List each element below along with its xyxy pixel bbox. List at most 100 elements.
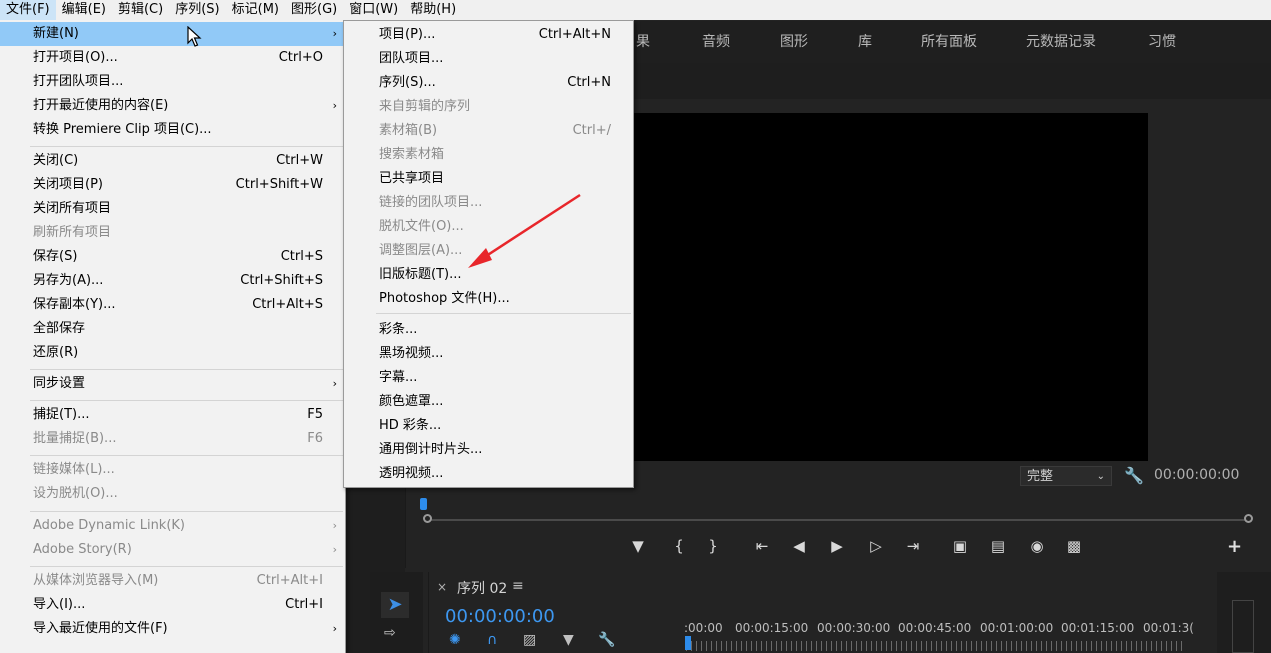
workspace-tabs: 果 音频 图形 库 所有面板 元数据记录 习惯 (600, 21, 1271, 63)
file-menu-item[interactable]: 导入(I)... Ctrl+I (0, 593, 345, 617)
file-menu-item[interactable]: 导入最近使用的文件(F) › (0, 617, 345, 641)
wrench-icon[interactable]: 🔧 (598, 632, 615, 648)
file-menu-item[interactable]: 另存为(A)... Ctrl+Shift+S (0, 269, 345, 293)
file-menu-item[interactable]: 还原(R) (0, 341, 345, 365)
chevron-right-icon: › (332, 99, 337, 112)
chevron-right-icon: › (332, 27, 337, 40)
file-menu-item[interactable]: 关闭(C) Ctrl+W (0, 149, 345, 173)
file-menu-item[interactable]: 打开项目(O)... Ctrl+O (0, 46, 345, 70)
workspace-tab-metadata-logging[interactable]: 元数据记录 (1026, 21, 1096, 63)
close-icon[interactable]: × (437, 580, 447, 594)
selection-tool-icon[interactable]: ➤ (381, 592, 409, 618)
timeline-ruler[interactable] (686, 641, 1186, 651)
monitor-scrub-bar[interactable] (427, 519, 1249, 521)
file-menu-item[interactable]: 捕捉(T)... F5 (0, 403, 345, 427)
file-menu-item-shortcut: Ctrl+O (278, 50, 323, 65)
file-menu-item-label: 关闭项目(P) (33, 177, 103, 192)
file-menu-item[interactable]: 打开最近使用的内容(E) › (0, 94, 345, 118)
workspace-tab-custom[interactable]: 习惯 (1148, 21, 1176, 63)
mark-in-icon[interactable]: { (668, 536, 690, 556)
file-menu-item: 从媒体浏览器导入(M) Ctrl+Alt+I (0, 569, 345, 593)
go-to-in-icon[interactable]: ⇤ (751, 536, 773, 556)
play-icon[interactable]: ▶ (826, 536, 848, 556)
workspace-tab-audio[interactable]: 音频 (702, 21, 730, 63)
new-submenu-item[interactable]: 项目(P)... Ctrl+Alt+N (344, 23, 633, 47)
new-submenu-item[interactable]: 团队项目... (344, 47, 633, 71)
menu-sequence[interactable]: 序列(S) (169, 0, 225, 20)
new-submenu-item[interactable]: 序列(S)... Ctrl+N (344, 71, 633, 95)
new-submenu-item[interactable]: 字幕... (344, 366, 633, 390)
workspace-tab-graphics[interactable]: 图形 (780, 21, 808, 63)
timeline-playhead[interactable] (685, 636, 691, 650)
track-select-tool-icon[interactable]: ⇨ (384, 625, 396, 641)
mouse-pointer-icon (187, 26, 202, 47)
add-marker-icon[interactable]: ▼ (627, 536, 649, 556)
camera-icon[interactable]: ◉ (1026, 536, 1048, 556)
new-submenu-item-label: 来自剪辑的序列 (379, 99, 471, 114)
wrench-icon[interactable]: 🔧 (1124, 466, 1144, 485)
file-menu-item[interactable]: 转换 Premiere Clip 项目(C)... (0, 118, 345, 142)
scrub-start-handle[interactable] (423, 514, 432, 523)
file-menu-item[interactable]: 保存(S) Ctrl+S (0, 245, 345, 269)
workspace-tab-all-panels[interactable]: 所有面板 (921, 21, 977, 63)
ruler-label: 00:00:30:00 (817, 621, 891, 635)
menu-edit[interactable]: 编辑(E) (56, 0, 112, 20)
new-submenu-item[interactable]: 颜色遮罩... (344, 390, 633, 414)
file-menu-item[interactable]: 关闭项目(P) Ctrl+Shift+W (0, 173, 345, 197)
file-menu-item[interactable]: 新建(N) › (0, 22, 345, 46)
file-menu-item[interactable]: 同步设置 › (0, 372, 345, 396)
new-submenu-item[interactable]: HD 彩条... (344, 414, 633, 438)
new-submenu-item[interactable]: 通用倒计时片头... (344, 438, 633, 462)
menu-graphics[interactable]: 图形(G) (285, 0, 343, 20)
fit-dropdown[interactable]: 完整 ⌄ (1020, 466, 1112, 486)
file-menu: 新建(N) › 打开项目(O)... Ctrl+O 打开团队项目... 打开最近使用的内容… (0, 20, 346, 653)
scrub-end-handle[interactable] (1244, 514, 1253, 523)
menu-file[interactable]: 文件(F) (0, 0, 56, 20)
extract-icon[interactable]: ▤ (987, 536, 1009, 556)
new-submenu-item[interactable]: 黑场视频... (344, 342, 633, 366)
snap-magnet-icon[interactable]: ∩ (487, 632, 497, 648)
mark-out-icon[interactable]: } (702, 536, 724, 556)
hamburger-menu-icon[interactable]: ≡ (512, 578, 524, 594)
file-menu-item-shortcut: F6 (307, 431, 323, 446)
new-submenu-item-label: 字幕... (379, 370, 418, 385)
menu-markers[interactable]: 标记(M) (226, 0, 285, 20)
add-marker-icon[interactable]: ▼ (563, 632, 574, 648)
go-to-out-icon[interactable]: ⇥ (902, 536, 924, 556)
file-menu-item[interactable]: 保存副本(Y)... Ctrl+Alt+S (0, 293, 345, 317)
file-menu-item-label: 捕捉(T)... (33, 407, 90, 422)
menu-help[interactable]: 帮助(H) (404, 0, 462, 20)
ruler-label: 00:00:45:00 (898, 621, 972, 635)
file-menu-item-label: 批量捕捉(B)... (33, 431, 117, 446)
timeline-timecode[interactable]: 00:00:00:00 (445, 606, 555, 627)
file-menu-item[interactable]: 全部保存 (0, 317, 345, 341)
new-submenu-item[interactable]: 彩条... (344, 318, 633, 342)
workspace-tab-effects[interactable]: 果 (636, 21, 650, 63)
file-menu-item-label: 链接媒体(L)... (33, 462, 115, 477)
step-back-icon[interactable]: ◀ (788, 536, 810, 556)
file-menu-item-label: 刷新所有项目 (33, 225, 112, 240)
file-menu-item[interactable]: 关闭所有项目 (0, 197, 345, 221)
nest-icon[interactable]: ✺ (449, 632, 461, 648)
file-menu-item-label: 保存(S) (33, 249, 78, 264)
button-editor-add-icon[interactable]: + (1227, 536, 1242, 557)
sequence-tab[interactable]: 序列 02 (457, 578, 507, 598)
new-submenu-item: 素材箱(B) Ctrl+/ (344, 119, 633, 143)
menu-clip[interactable]: 剪辑(C) (112, 0, 169, 20)
file-menu-item-shortcut: Ctrl+W (276, 153, 323, 168)
linked-selection-icon[interactable]: ▨ (523, 632, 536, 648)
step-forward-icon[interactable]: ▷ (865, 536, 887, 556)
audio-meter (1232, 600, 1254, 653)
monitor-playhead[interactable] (420, 498, 427, 510)
file-menu-item-label: 同步设置 (33, 376, 86, 391)
new-submenu-item[interactable]: Photoshop 文件(H)... (344, 287, 633, 311)
new-submenu-item-label: 颜色遮罩... (379, 394, 444, 409)
lift-icon[interactable]: ▣ (949, 536, 971, 556)
new-submenu-item-label: 序列(S)... (379, 75, 436, 90)
compare-view-icon[interactable]: ▩ (1063, 536, 1085, 556)
new-submenu-item[interactable]: 透明视频... (344, 462, 633, 486)
file-menu-item-label: 新建(N) (33, 26, 79, 41)
file-menu-item[interactable]: 打开团队项目... (0, 70, 345, 94)
menu-window[interactable]: 窗口(W) (343, 0, 404, 20)
workspace-tab-libraries[interactable]: 库 (858, 21, 872, 63)
